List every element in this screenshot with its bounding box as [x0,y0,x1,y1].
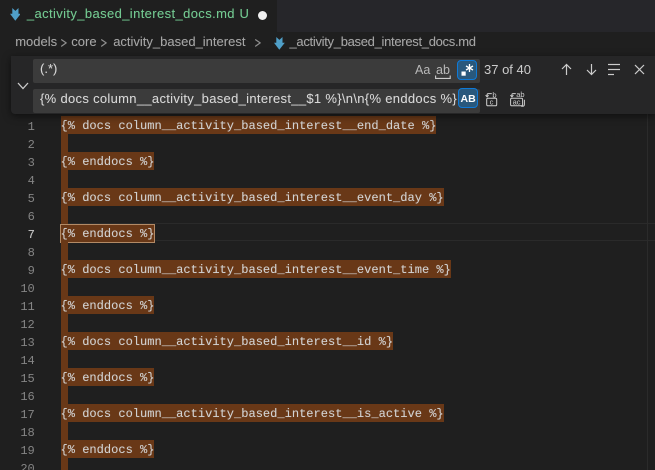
svg-text:ac: ac [513,97,521,106]
svg-text:c: c [490,97,494,106]
